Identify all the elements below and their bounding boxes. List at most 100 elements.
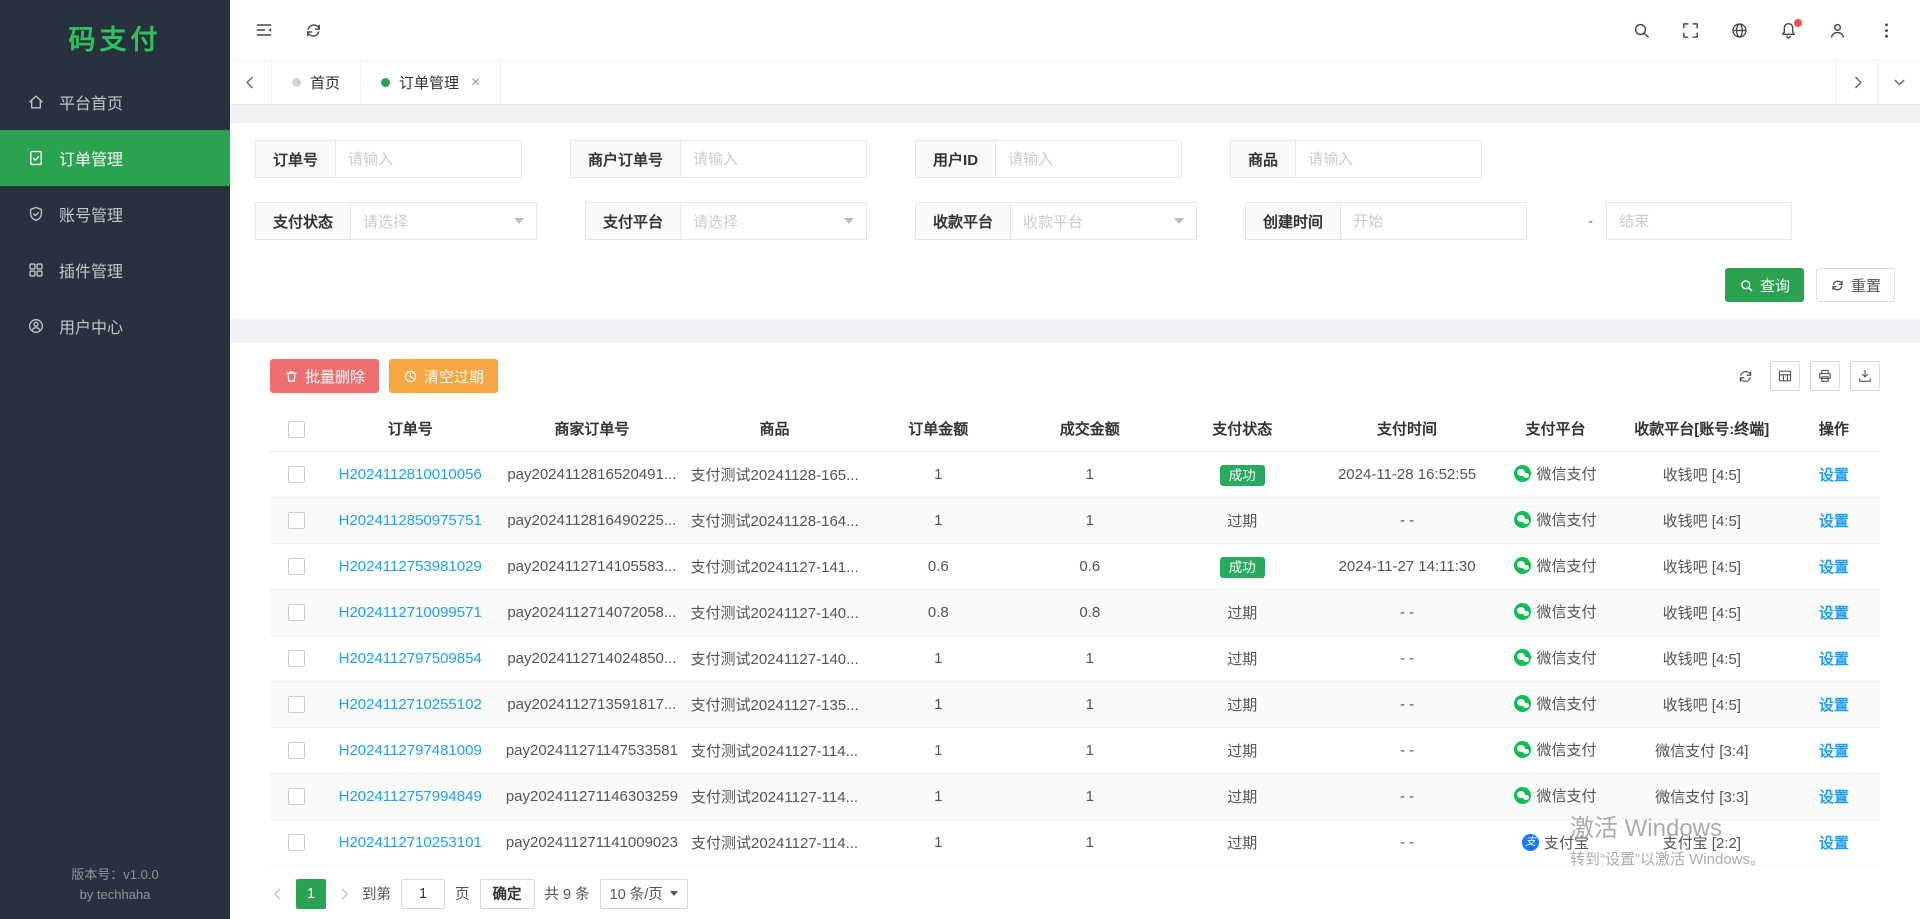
topbar-left	[254, 20, 323, 40]
order-no-link[interactable]: H2024112797481009	[339, 742, 482, 759]
table-row: H2024112797509854 pay2024112714024850...…	[270, 635, 1880, 681]
more-icon[interactable]	[1877, 21, 1896, 40]
pay-status-select[interactable]: 请选择	[351, 202, 537, 240]
table-tools	[1730, 361, 1880, 391]
pay-time-cell: - -	[1319, 819, 1495, 865]
collapse-sidebar-icon[interactable]	[254, 20, 274, 40]
order-no-link[interactable]: H2024112850975751	[339, 512, 482, 529]
user-icon[interactable]	[1828, 21, 1847, 40]
next-page-icon[interactable]	[336, 886, 352, 902]
pay-platform-select[interactable]: 请选择	[681, 202, 867, 240]
page-number[interactable]: 1	[296, 879, 326, 909]
row-setting-link[interactable]: 设置	[1819, 835, 1849, 852]
order-no-link[interactable]: H2024112810010056	[339, 466, 482, 483]
date-start-input[interactable]	[1341, 202, 1527, 240]
order-icon	[27, 149, 45, 167]
sidebar-item-orders[interactable]: 订单管理	[0, 130, 230, 186]
col-paid: 成交金额	[1014, 407, 1165, 451]
version-info: 版本号：v1.0.0 by techhaha	[0, 865, 230, 905]
row-checkbox[interactable]	[288, 650, 305, 667]
row-setting-link[interactable]: 设置	[1819, 743, 1849, 760]
order-no-link[interactable]: H2024112753981029	[339, 558, 482, 575]
merchant-no-cell: pay2024112816520491...	[497, 451, 686, 497]
tabs-menu-icon[interactable]	[1878, 61, 1920, 104]
sidebar-item-plugins[interactable]: 插件管理	[0, 242, 230, 298]
row-setting-link[interactable]: 设置	[1819, 789, 1849, 806]
batch-delete-button[interactable]: 批量删除	[270, 359, 379, 393]
export-icon[interactable]	[1850, 361, 1880, 391]
receive-platform-select[interactable]: 收款平台	[1011, 202, 1197, 240]
reset-button[interactable]: 重置	[1816, 268, 1895, 302]
search-icon[interactable]	[1632, 21, 1651, 40]
amount-cell: 1	[863, 635, 1014, 681]
tab-close-icon[interactable]	[471, 75, 480, 91]
tabs-scroll-left-icon[interactable]	[230, 61, 272, 104]
sidebar-item-home[interactable]: 平台首页	[0, 74, 230, 130]
merchant-no-input[interactable]	[681, 140, 867, 178]
row-checkbox[interactable]	[288, 696, 305, 713]
row-setting-link[interactable]: 设置	[1819, 651, 1849, 668]
row-setting-link[interactable]: 设置	[1819, 467, 1849, 484]
row-checkbox[interactable]	[288, 558, 305, 575]
order-no-input[interactable]	[336, 140, 522, 178]
refresh-page-icon[interactable]	[304, 21, 323, 40]
row-setting-link[interactable]: 设置	[1819, 513, 1849, 530]
table-refresh-icon[interactable]	[1730, 361, 1760, 391]
row-setting-link[interactable]: 设置	[1819, 697, 1849, 714]
table-row: H2024112797481009 pay202411271147533581 …	[270, 727, 1880, 773]
fullscreen-icon[interactable]	[1681, 21, 1700, 40]
jump-confirm-button[interactable]: 确定	[480, 879, 535, 909]
merchant-no-cell: pay2024112816490225...	[497, 497, 686, 543]
filter-pay-status: 支付状态 请选择	[255, 202, 537, 240]
filter-row-2: 支付状态 请选择 支付平台 请选择 收款平台	[255, 202, 1895, 240]
page-size-select[interactable]: 10 条/页	[600, 879, 688, 909]
platform-icon	[1514, 741, 1531, 758]
product-cell: 支付测试20241127-114...	[687, 773, 863, 819]
date-end-input[interactable]	[1606, 202, 1792, 240]
row-checkbox[interactable]	[288, 834, 305, 851]
filter-row-1: 订单号 商户订单号 用户ID 商品	[255, 140, 1895, 178]
pay-time-cell: - -	[1319, 497, 1495, 543]
filter-label: 创建时间	[1245, 202, 1341, 240]
clear-expired-button[interactable]: 清空过期	[389, 359, 498, 393]
platform-cell: 微信支付	[1514, 463, 1596, 484]
language-icon[interactable]	[1730, 21, 1749, 40]
select-all-checkbox[interactable]	[288, 421, 305, 438]
home-icon	[27, 93, 45, 111]
row-setting-link[interactable]: 设置	[1819, 559, 1849, 576]
row-setting-link[interactable]: 设置	[1819, 605, 1849, 622]
order-no-link[interactable]: H2024112710255102	[339, 696, 482, 713]
platform-label: 微信支付	[1536, 785, 1596, 806]
platform-cell: 微信支付	[1514, 647, 1596, 668]
amount-cell: 1	[863, 497, 1014, 543]
tab-dot	[381, 78, 390, 87]
table-columns-icon[interactable]	[1770, 361, 1800, 391]
filter-label: 支付状态	[255, 202, 351, 240]
user-id-input[interactable]	[996, 140, 1182, 178]
print-icon[interactable]	[1810, 361, 1840, 391]
prev-page-icon[interactable]	[270, 886, 286, 902]
order-no-link[interactable]: H2024112797509854	[339, 650, 482, 667]
jump-page-input[interactable]	[401, 879, 445, 909]
order-no-link[interactable]: H2024112710253101	[339, 834, 482, 851]
row-checkbox[interactable]	[288, 512, 305, 529]
order-no-link[interactable]: H2024112710099571	[339, 604, 482, 621]
tab-home[interactable]: 首页	[272, 61, 361, 104]
merchant-no-cell: pay2024112714105583...	[497, 543, 686, 589]
sidebar-item-accounts[interactable]: 账号管理	[0, 186, 230, 242]
row-checkbox[interactable]	[288, 466, 305, 483]
notification-icon[interactable]	[1779, 21, 1798, 40]
tabs-scroll-right-icon[interactable]	[1836, 61, 1878, 104]
row-checkbox[interactable]	[288, 604, 305, 621]
product-input[interactable]	[1296, 140, 1482, 178]
order-no-link[interactable]: H2024112757994849	[339, 788, 482, 805]
row-checkbox[interactable]	[288, 742, 305, 759]
platform-cell: 微信支付	[1514, 601, 1596, 622]
sidebar-item-user-center[interactable]: 用户中心	[0, 298, 230, 354]
search-button[interactable]: 查询	[1725, 268, 1804, 302]
table-row: H2024112710099571 pay2024112714072058...…	[270, 589, 1880, 635]
sidebar-item-label: 插件管理	[59, 258, 123, 282]
tab-orders[interactable]: 订单管理	[361, 61, 501, 104]
pay-time-cell: 2024-11-28 16:52:55	[1319, 451, 1495, 497]
row-checkbox[interactable]	[288, 788, 305, 805]
